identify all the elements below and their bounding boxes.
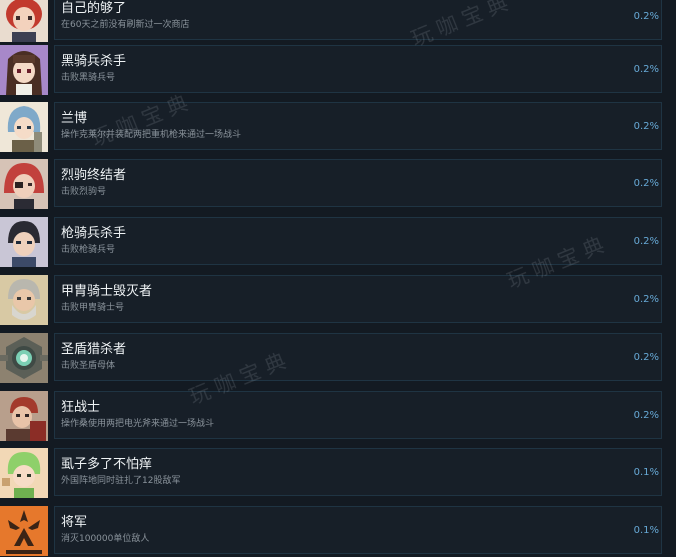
shield-mech-icon	[0, 333, 48, 383]
achievement-description: 消灭100000单位敌人	[61, 534, 150, 544]
grey-beard-man-portrait-icon	[0, 275, 48, 325]
unlock-percentage: 0.1%	[633, 525, 659, 536]
achievement-card: 圣盾猎杀者 击败圣盾母体 0.2%	[54, 333, 662, 381]
achievement-description: 外国阵地同时驻扎了12股敌军	[61, 476, 181, 486]
achievement-card: 甲胄骑士毁灭者 击败甲胄骑士号 0.2%	[54, 275, 662, 323]
achievement-title: 甲胄骑士毁灭者	[61, 284, 153, 299]
warrior-portrait-icon	[0, 391, 48, 441]
achievement-title: 自己的够了	[61, 1, 127, 16]
unlock-percentage: 0.2%	[633, 178, 659, 189]
achievement-description: 操作克莱尔并装配两把重机枪来通过一场战斗	[61, 130, 242, 140]
green-hair-kid-portrait-icon	[0, 448, 48, 498]
blue-hair-boy-portrait-icon	[0, 102, 48, 152]
red-hair-girl-portrait-icon	[0, 0, 48, 42]
achievement-row: 圣盾猎杀者 击败圣盾母体 0.2%	[0, 333, 676, 383]
unlock-percentage: 0.2%	[633, 294, 659, 305]
achievement-title: 黑骑兵杀手	[61, 54, 127, 69]
achievement-row: 将军 消灭100000单位敌人 0.1%	[0, 506, 676, 556]
achievement-row: 烈驹终结者 击败烈驹号 0.2%	[0, 159, 676, 209]
brown-hair-girl-portrait-icon	[0, 45, 48, 95]
achievement-description: 击败圣盾母体	[61, 361, 116, 371]
achievement-card: 虱子多了不怕痒 外国阵地同时驻扎了12股敌军 0.1%	[54, 448, 662, 496]
achievement-title: 虱子多了不怕痒	[61, 457, 153, 472]
achievement-description: 操作桑使用两把电光斧来通过一场战斗	[61, 419, 215, 429]
achievement-row: 甲胄骑士毁灭者 击败甲胄骑士号 0.2%	[0, 275, 676, 325]
achievement-title: 狂战士	[61, 400, 101, 415]
unlock-percentage: 0.2%	[633, 410, 659, 421]
achievement-description: 击败烈驹号	[61, 187, 107, 197]
achievement-description: 击败枪骑兵号	[61, 245, 116, 255]
unlock-percentage: 0.2%	[633, 352, 659, 363]
achievement-card: 狂战士 操作桑使用两把电光斧来通过一场战斗 0.2%	[54, 391, 662, 439]
achievement-title: 烈驹终结者	[61, 168, 127, 183]
achievement-row: 自己的够了 在60天之前没有刷新过一次商店 0.2%	[0, 0, 676, 42]
achievement-card: 黑骑兵杀手 击败黑骑兵号 0.2%	[54, 45, 662, 93]
achievement-description: 击败甲胄骑士号	[61, 303, 125, 313]
achievement-title: 将军	[61, 515, 88, 530]
unlock-percentage: 0.2%	[633, 121, 659, 132]
achievement-card: 将军 消灭100000单位敌人 0.1%	[54, 506, 662, 554]
achievement-row: 黑骑兵杀手 击败黑骑兵号 0.2%	[0, 45, 676, 95]
achievement-row: 狂战士 操作桑使用两把电光斧来通过一场战斗 0.2%	[0, 391, 676, 441]
achievement-description: 在60天之前没有刷新过一次商店	[61, 20, 190, 30]
achievement-card: 枪骑兵杀手 击败枪骑兵号 0.2%	[54, 217, 662, 265]
achievement-title: 圣盾猎杀者	[61, 342, 127, 357]
achievement-card: 兰博 操作克莱尔并装配两把重机枪来通过一场战斗 0.2%	[54, 102, 662, 150]
dark-hair-man-portrait-icon	[0, 217, 48, 267]
achievement-row: 兰博 操作克莱尔并装配两把重机枪来通过一场战斗 0.2%	[0, 102, 676, 152]
achievement-list: 自己的够了 在60天之前没有刷新过一次商店 0.2% 黑骑兵杀手 击败黑骑兵号 …	[0, 0, 676, 557]
achievement-card: 自己的够了 在60天之前没有刷新过一次商店 0.2%	[54, 0, 662, 40]
achievement-row: 枪骑兵杀手 击败枪骑兵号 0.2%	[0, 217, 676, 267]
general-emblem-icon	[0, 506, 48, 556]
achievement-title: 兰博	[61, 111, 88, 126]
achievement-title: 枪骑兵杀手	[61, 226, 127, 241]
unlock-percentage: 0.1%	[633, 467, 659, 478]
unlock-percentage: 0.2%	[633, 11, 659, 22]
achievement-description: 击败黑骑兵号	[61, 73, 116, 83]
achievement-row: 虱子多了不怕痒 外国阵地同时驻扎了12股敌军 0.1%	[0, 448, 676, 498]
red-hair-woman-portrait-icon	[0, 159, 48, 209]
unlock-percentage: 0.2%	[633, 64, 659, 75]
achievement-card: 烈驹终结者 击败烈驹号 0.2%	[54, 159, 662, 207]
unlock-percentage: 0.2%	[633, 236, 659, 247]
